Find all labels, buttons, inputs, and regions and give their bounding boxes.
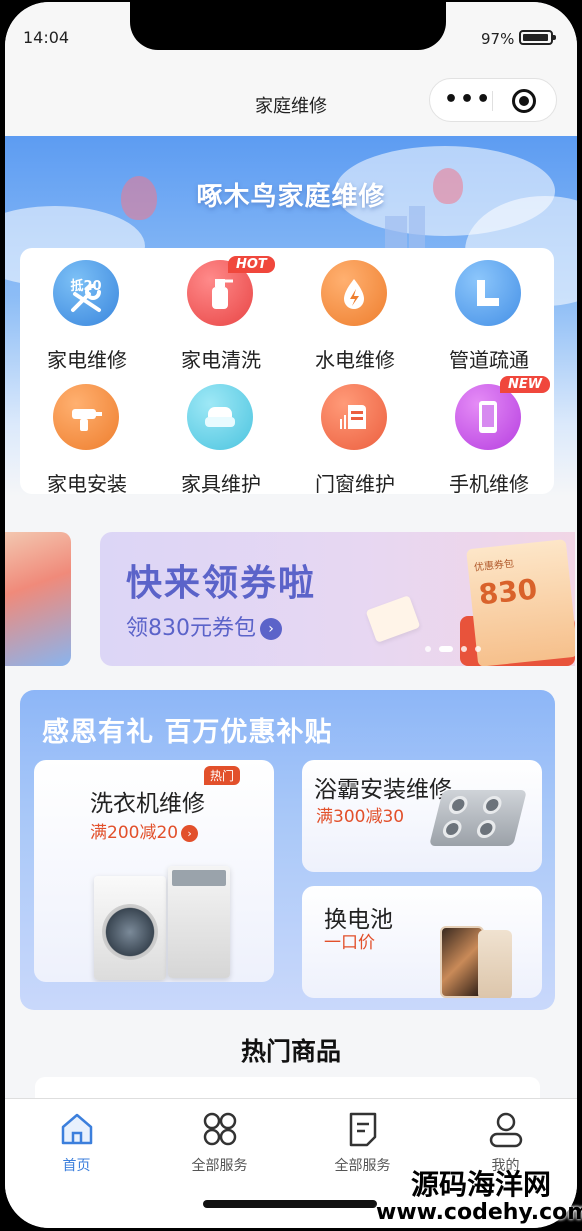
tab-home[interactable]: 首页 <box>5 1109 148 1179</box>
phone-back-image <box>478 930 512 998</box>
card-subtitle: 满300减30 <box>316 807 405 827</box>
previous-banner-slide[interactable] <box>5 532 71 666</box>
home-icon <box>57 1109 97 1149</box>
service-label: 水电维修 <box>315 348 395 372</box>
drill-icon <box>53 384 119 450</box>
service-label: 家具维护 <box>181 472 261 496</box>
coupon-banner[interactable]: 快来领券啦 领830元券包 › 优惠券包 830 <box>100 532 575 666</box>
arrow-right-icon: › <box>260 618 282 640</box>
service-label: 手机维修 <box>449 472 529 496</box>
arrow-right-icon: › <box>181 825 199 842</box>
service-item[interactable]: 家具维护 <box>154 372 288 496</box>
service-item[interactable]: HOT 家电清洗 <box>154 248 288 372</box>
door-icon <box>321 384 387 450</box>
tab-label: 首页 <box>62 1158 91 1174</box>
mini-program-capsule: ••• <box>429 78 557 122</box>
service-label: 家电安装 <box>47 472 127 496</box>
service-label: 管道疏通 <box>449 348 529 372</box>
carousel-dot[interactable] <box>439 646 453 652</box>
service-item[interactable]: NEW 手机维修 <box>422 372 556 496</box>
close-target-icon[interactable] <box>512 89 536 113</box>
card-title: 浴霸安装维修 <box>314 777 452 803</box>
service-item[interactable]: 家电安装 <box>20 372 154 496</box>
new-tag: NEW <box>500 376 551 393</box>
card-subtitle: 满200减20 › <box>90 818 199 843</box>
pipe-icon <box>455 260 521 326</box>
service-label: 门窗维护 <box>315 472 395 496</box>
carousel-indicator <box>425 646 481 652</box>
carousel-dot[interactable] <box>425 646 431 652</box>
hot-tag: HOT <box>228 256 275 273</box>
promo-title: 感恩有礼 百万优惠补贴 <box>42 717 333 748</box>
hero-title: 啄木鸟家庭维修 <box>196 182 386 212</box>
service-label: 家电清洗 <box>181 348 261 372</box>
carousel-dot[interactable] <box>475 646 481 652</box>
notch <box>130 2 446 50</box>
coupon-note-decoration <box>365 595 421 643</box>
grid-icon <box>200 1109 240 1149</box>
status-bar: 14:04 97% <box>5 2 577 64</box>
coupon-box: 优惠券包 830 <box>466 539 575 666</box>
hot-tag: 热门 <box>204 766 241 785</box>
watermark-url: www.codehy.com <box>376 1200 582 1225</box>
nav-bar: 家庭维修 ••• <box>5 64 577 136</box>
tab-all-services[interactable]: 全部服务 <box>148 1109 291 1179</box>
battery-percent: 97% <box>481 30 515 48</box>
card-subtitle: 一口价 <box>324 933 375 953</box>
top-load-washer-image <box>168 866 230 978</box>
battery-replace-card[interactable]: 换电池 一口价 <box>302 886 542 998</box>
service-label: 家电维修 <box>47 348 127 372</box>
lightning-drop-icon <box>321 260 387 326</box>
service-item[interactable]: 管道疏通 <box>422 248 556 372</box>
service-item[interactable]: 水电维修 <box>288 248 422 372</box>
banner-subline: 领830元券包 › <box>126 610 282 642</box>
sofa-icon <box>187 384 253 450</box>
phone-screen: 14:04 97% 家庭维修 ••• 啄木鸟家庭维修 抵20 家电维修 HOT … <box>5 2 577 1228</box>
banner-headline: 快来领券啦 <box>126 563 317 604</box>
carousel-dot[interactable] <box>461 646 467 652</box>
promo-section: 感恩有礼 百万优惠补贴 热门 洗衣机维修 满200减20 › 浴霸安装维修 满30… <box>20 690 555 1010</box>
watermark-text: 源码海洋网 <box>410 1168 551 1201</box>
phone-icon <box>455 384 521 450</box>
wrench-icon: 抵20 <box>53 260 119 326</box>
tab-label: 全部服务 <box>191 1158 248 1174</box>
battery-icon <box>519 30 556 45</box>
service-item[interactable]: 抵20 家电维修 <box>20 248 154 372</box>
user-icon <box>486 1109 526 1149</box>
card-title: 洗衣机维修 <box>90 791 205 817</box>
status-time: 14:04 <box>23 28 70 47</box>
washing-machine-image <box>94 876 166 980</box>
home-indicator <box>203 1200 377 1208</box>
document-icon <box>343 1109 383 1149</box>
more-icon[interactable]: ••• <box>444 89 492 111</box>
bath-heater-card[interactable]: 浴霸安装维修 满300减30 <box>302 760 542 872</box>
service-item[interactable]: 门窗维护 <box>288 372 422 496</box>
washer-repair-card[interactable]: 热门 洗衣机维修 满200减20 › <box>34 760 274 982</box>
hot-products-title: 热门商品 <box>240 1037 341 1066</box>
service-grid: 抵20 家电维修 HOT 家电清洗 水电维修 管道疏通 家电安装 家具维护 门窗… <box>20 248 556 496</box>
bath-heater-image <box>429 790 527 846</box>
